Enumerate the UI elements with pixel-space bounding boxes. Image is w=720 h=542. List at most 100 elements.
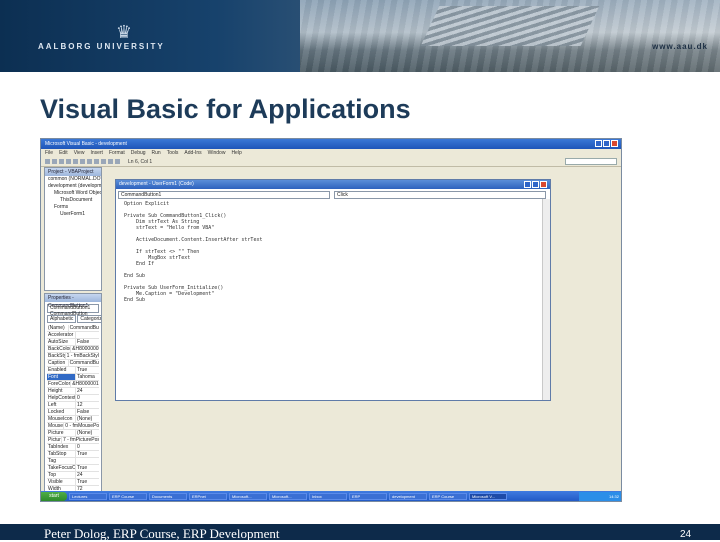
- break-icon[interactable]: [108, 159, 113, 164]
- object-select[interactable]: CommandButton1: [118, 191, 330, 199]
- property-value[interactable]: 1 - fmBackStyleOpaque: [66, 353, 99, 359]
- property-value[interactable]: CommandButton1: [69, 360, 99, 366]
- property-value[interactable]: True: [76, 465, 87, 471]
- taskbar-item[interactable]: Microsoft...: [269, 492, 307, 500]
- tree-item[interactable]: common (NORMAL.DOT): [45, 176, 101, 183]
- property-row[interactable]: PicturePosition7 - fmPicturePositionAbov…: [47, 437, 99, 444]
- taskbar-item[interactable]: Microsoft...: [229, 492, 267, 500]
- menu-help[interactable]: Help: [231, 149, 241, 157]
- taskbar-item[interactable]: Microsoft V...: [469, 492, 507, 500]
- property-row[interactable]: Height 24: [47, 388, 99, 395]
- tree-item[interactable]: UserForm1: [45, 211, 101, 218]
- taskbar-item[interactable]: ERP Course: [109, 492, 147, 500]
- procedure-select[interactable]: Click: [334, 191, 546, 199]
- property-row[interactable]: CaptionCommandButton1: [47, 360, 99, 367]
- property-row[interactable]: Tag: [47, 458, 99, 465]
- property-value[interactable]: True: [76, 451, 87, 457]
- property-row[interactable]: Enabled True: [47, 367, 99, 374]
- close-icon[interactable]: [611, 140, 618, 147]
- property-row[interactable]: Font Tahoma: [47, 374, 99, 381]
- property-value[interactable]: 0 - fmMousePointerDefault: [64, 423, 99, 429]
- property-value[interactable]: CommandButton1: [69, 325, 99, 331]
- view-word-icon[interactable]: [45, 159, 50, 164]
- insert-icon[interactable]: [52, 159, 57, 164]
- property-value[interactable]: False: [76, 409, 89, 415]
- property-value[interactable]: True: [76, 367, 87, 373]
- copy-icon[interactable]: [73, 159, 78, 164]
- property-row[interactable]: HelpContextID0: [47, 395, 99, 402]
- tab-alphabetic[interactable]: Alphabetic: [47, 315, 77, 323]
- system-tray-clock[interactable]: 14:32: [579, 491, 621, 501]
- redo-icon[interactable]: [94, 159, 99, 164]
- property-row[interactable]: Visible True: [47, 479, 99, 486]
- reset-icon[interactable]: [115, 159, 120, 164]
- paste-icon[interactable]: [80, 159, 85, 164]
- menu-insert[interactable]: Insert: [90, 149, 103, 157]
- code-line[interactable]: End Sub: [124, 297, 534, 303]
- property-value[interactable]: (None): [76, 430, 92, 436]
- menu-view[interactable]: View: [74, 149, 85, 157]
- undo-icon[interactable]: [87, 159, 92, 164]
- menu-run[interactable]: Run: [152, 149, 161, 157]
- taskbar-item[interactable]: Documents: [149, 492, 187, 500]
- close-icon[interactable]: [540, 181, 547, 188]
- property-row[interactable]: TabStop True: [47, 451, 99, 458]
- menu-tools[interactable]: Tools: [167, 149, 179, 157]
- taskbar-item[interactable]: ERP Course: [429, 492, 467, 500]
- property-value[interactable]: &H80000012&: [71, 381, 99, 387]
- code-editor[interactable]: Option Explicit Private Sub CommandButton…: [116, 199, 542, 400]
- property-row[interactable]: MouseIcon (None): [47, 416, 99, 423]
- property-row[interactable]: Top 24: [47, 472, 99, 479]
- menu-debug[interactable]: Debug: [131, 149, 146, 157]
- property-value[interactable]: 24: [76, 472, 83, 478]
- properties-object-select[interactable]: CommandButton1 CommandButton: [47, 304, 99, 317]
- property-value[interactable]: [76, 458, 77, 464]
- minimize-icon[interactable]: [595, 140, 602, 147]
- tab-categorized[interactable]: Categorized: [77, 315, 101, 323]
- menu-addins[interactable]: Add-Ins: [184, 149, 201, 157]
- property-value[interactable]: 0: [76, 444, 80, 450]
- taskbar-item[interactable]: ERP: [349, 492, 387, 500]
- minimize-icon[interactable]: [524, 181, 531, 188]
- property-row[interactable]: TabIndex 0: [47, 444, 99, 451]
- property-row[interactable]: BackColor&H8000000F&: [47, 346, 99, 353]
- property-row[interactable]: TakeFocusOnClickTrue: [47, 465, 99, 472]
- taskbar-item[interactable]: Lectures: [69, 492, 107, 500]
- property-value[interactable]: True: [76, 479, 87, 485]
- tree-item[interactable]: development (development): [45, 183, 101, 190]
- property-value[interactable]: False: [76, 339, 89, 345]
- property-row[interactable]: (Name)CommandButton1: [47, 325, 99, 332]
- property-value[interactable]: 12: [76, 402, 83, 408]
- property-row[interactable]: Accelerator: [47, 332, 99, 339]
- maximize-icon[interactable]: [532, 181, 539, 188]
- property-row[interactable]: Locked False: [47, 409, 99, 416]
- property-value[interactable]: (None): [76, 416, 92, 422]
- property-value[interactable]: Tahoma: [76, 374, 95, 380]
- property-row[interactable]: ForeColor&H80000012&: [47, 381, 99, 388]
- property-value[interactable]: &H8000000F&: [71, 346, 99, 352]
- start-button[interactable]: start: [41, 491, 67, 501]
- property-value[interactable]: 7 - fmPicturePositionAboveCenter: [62, 437, 99, 443]
- taskbar-item[interactable]: development: [389, 492, 427, 500]
- property-value[interactable]: 24: [76, 388, 83, 394]
- tree-item[interactable]: Forms: [45, 204, 101, 211]
- property-row[interactable]: AutoSize False: [47, 339, 99, 346]
- tree-item[interactable]: ThisDocument: [45, 197, 101, 204]
- save-icon[interactable]: [59, 159, 64, 164]
- menu-window[interactable]: Window: [208, 149, 226, 157]
- menu-format[interactable]: Format: [109, 149, 125, 157]
- property-row[interactable]: BackStyle1 - fmBackStyleOpaque: [47, 353, 99, 360]
- tree-item[interactable]: Microsoft Word Objects: [45, 190, 101, 197]
- taskbar-item[interactable]: Inbox: [309, 492, 347, 500]
- property-row[interactable]: MousePointer0 - fmMousePointerDefault: [47, 423, 99, 430]
- property-value[interactable]: 0: [76, 395, 80, 401]
- property-row[interactable]: Left 12: [47, 402, 99, 409]
- code-scrollbar[interactable]: [542, 199, 550, 400]
- taskbar-item[interactable]: ERPnet: [189, 492, 227, 500]
- property-row[interactable]: Picture (None): [47, 430, 99, 437]
- run-icon[interactable]: [101, 159, 106, 164]
- help-search-input[interactable]: [565, 158, 617, 165]
- menu-file[interactable]: File: [45, 149, 53, 157]
- menu-edit[interactable]: Edit: [59, 149, 68, 157]
- property-value[interactable]: [76, 332, 77, 338]
